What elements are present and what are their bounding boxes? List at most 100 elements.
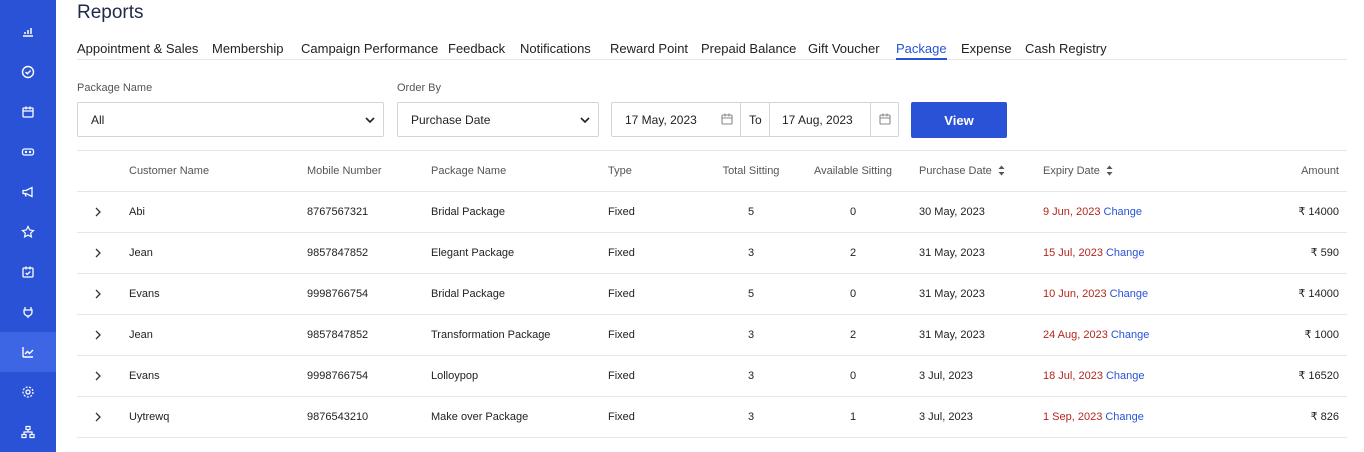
table-header-row: Customer Name Mobile Number Package Name… [77, 151, 1347, 192]
sidebar-item-feedback[interactable] [0, 212, 56, 252]
amount-value: 16520 [1308, 370, 1339, 382]
tab-gift-voucher[interactable]: Gift Voucher [808, 41, 880, 60]
type-cell: Fixed [608, 206, 635, 218]
package-name-select[interactable]: All [77, 102, 384, 137]
date-from-input[interactable]: 17 May, 2023 [625, 103, 697, 136]
amount-cell: ₹ 590 [1311, 233, 1339, 273]
package-name-cell: Lolloypop [431, 370, 479, 382]
purchase-date-cell: 3 Jul, 2023 [919, 411, 973, 423]
purchase-date-cell: 31 May, 2023 [919, 247, 985, 259]
available-sitting-cell: 0 [849, 206, 857, 218]
mobile-number-cell: 9857847852 [307, 247, 369, 259]
expand-row-button[interactable] [93, 274, 105, 314]
table-row[interactable]: Abi 8767567321 Bridal Package Fixed 5 0 30 May… [77, 192, 1347, 233]
tab-expense[interactable]: Expense [961, 41, 1012, 60]
col-expiry-date[interactable]: Expiry Date [1043, 151, 1113, 191]
chevron-right-icon [95, 248, 101, 258]
currency-symbol: ₹ [1298, 206, 1306, 218]
org-chart-icon [21, 425, 35, 439]
sidebar-item-membership[interactable] [0, 132, 56, 172]
page-title: Reports [77, 2, 144, 23]
type-cell: Fixed [608, 370, 635, 382]
change-expiry-link[interactable]: Change [1111, 329, 1150, 341]
change-expiry-link[interactable]: Change [1104, 206, 1143, 218]
change-expiry-link[interactable]: Change [1106, 247, 1145, 259]
table-row[interactable]: Jean 9857847852 Transformation Package Fixe… [77, 315, 1347, 356]
sidebar [0, 0, 56, 452]
expiry-date-value: 24 Aug, 2023 [1043, 329, 1108, 341]
chevron-right-icon [95, 412, 101, 422]
amount-value: 1000 [1314, 329, 1339, 341]
analytics-icon [23, 28, 33, 37]
package-name-value: All [91, 112, 105, 127]
tab-membership[interactable]: Membership [212, 41, 284, 60]
mobile-number-cell: 8767567321 [307, 206, 369, 218]
sidebar-item-appointments[interactable] [0, 252, 56, 292]
order-by-select[interactable]: Purchase Date [397, 102, 599, 137]
sidebar-item-calendar[interactable] [0, 92, 56, 132]
customer-name-cell: Evans [129, 288, 160, 300]
expand-row-button[interactable] [93, 233, 105, 273]
purchase-date-cell: 30 May, 2023 [919, 206, 985, 218]
tab-appointment-sales[interactable]: Appointment & Sales [77, 41, 198, 60]
sidebar-item-campaign[interactable] [0, 172, 56, 212]
package-name-cell: Elegant Package [431, 247, 515, 259]
table-row[interactable]: Evans 9998766754 Lolloypop Fixed 3 0 3 Jul, 20… [77, 356, 1347, 397]
purchase-date-cell: 31 May, 2023 [919, 288, 985, 300]
tab-notifications[interactable]: Notifications [520, 41, 591, 60]
tab-cash-registry[interactable]: Cash Registry [1025, 41, 1107, 60]
mobile-number-cell: 9998766754 [307, 370, 369, 382]
change-expiry-link[interactable]: Change [1106, 370, 1145, 382]
view-button[interactable]: View [911, 102, 1007, 138]
amount-value: 826 [1320, 411, 1339, 423]
chevron-right-icon [95, 371, 101, 381]
tab-campaign-performance[interactable]: Campaign Performance [301, 41, 438, 60]
expiry-date-cell: 15 Jul, 2023 Change [1043, 233, 1144, 273]
col-mobile-number: Mobile Number [307, 165, 382, 177]
sidebar-item-settings[interactable] [0, 372, 56, 412]
amount-cell: ₹ 1000 [1304, 315, 1339, 355]
order-by-value: Purchase Date [411, 112, 491, 127]
expiry-date-cell: 10 Jun, 2023 Change [1043, 274, 1148, 314]
col-purchase-date-label: Purchase Date [919, 165, 992, 177]
tab-feedback[interactable]: Feedback [448, 41, 505, 60]
currency-symbol: ₹ [1298, 370, 1306, 382]
tab-prepaid-balance[interactable]: Prepaid Balance [701, 41, 796, 60]
megaphone-icon [22, 186, 33, 198]
change-expiry-link[interactable]: Change [1105, 411, 1144, 423]
change-expiry-link[interactable]: Change [1110, 288, 1149, 300]
table-row[interactable]: Jean 9857847852 Elegant Package Fixed 3 2 31 M… [77, 233, 1347, 274]
amount-value: 14000 [1308, 206, 1339, 218]
calendar-icon[interactable] [720, 112, 734, 126]
expand-row-button[interactable] [93, 397, 105, 437]
table-row[interactable]: Uytrewq 9876543210 Make over Package Fixed 3… [77, 397, 1347, 438]
tab-reward-point[interactable]: Reward Point [610, 41, 688, 60]
expand-row-button[interactable] [93, 356, 105, 396]
sidebar-item-wallet[interactable] [0, 292, 56, 332]
check-circle-icon [21, 65, 35, 79]
total-sitting-cell: 5 [747, 288, 755, 300]
amount-cell: ₹ 14000 [1298, 274, 1339, 314]
expand-row-button[interactable] [93, 315, 105, 355]
sidebar-item-dashboard[interactable] [0, 11, 56, 51]
sort-icon[interactable] [1106, 165, 1113, 176]
date-to-input[interactable]: 17 Aug, 2023 [782, 103, 853, 136]
sidebar-item-reports[interactable] [0, 332, 56, 372]
type-cell: Fixed [608, 329, 635, 341]
currency-symbol: ₹ [1304, 329, 1312, 341]
table-row[interactable]: Evans 9998766754 Bridal Package Fixed 5 0 31 M… [77, 274, 1347, 315]
currency-symbol: ₹ [1310, 411, 1318, 423]
sidebar-item-tasks[interactable] [0, 52, 56, 92]
mobile-number-cell: 9876543210 [307, 411, 369, 423]
available-sitting-cell: 1 [849, 411, 857, 423]
customer-name-cell: Evans [129, 370, 160, 382]
sidebar-item-organization[interactable] [0, 412, 56, 452]
calendar-icon[interactable] [878, 112, 892, 126]
amount-cell: ₹ 14000 [1298, 192, 1339, 232]
amount-value: 590 [1320, 247, 1339, 259]
amount-value: 14000 [1308, 288, 1339, 300]
tab-package[interactable]: Package [896, 41, 947, 60]
expand-row-button[interactable] [93, 192, 105, 232]
sort-icon[interactable] [998, 165, 1005, 176]
col-purchase-date[interactable]: Purchase Date [919, 151, 1005, 191]
